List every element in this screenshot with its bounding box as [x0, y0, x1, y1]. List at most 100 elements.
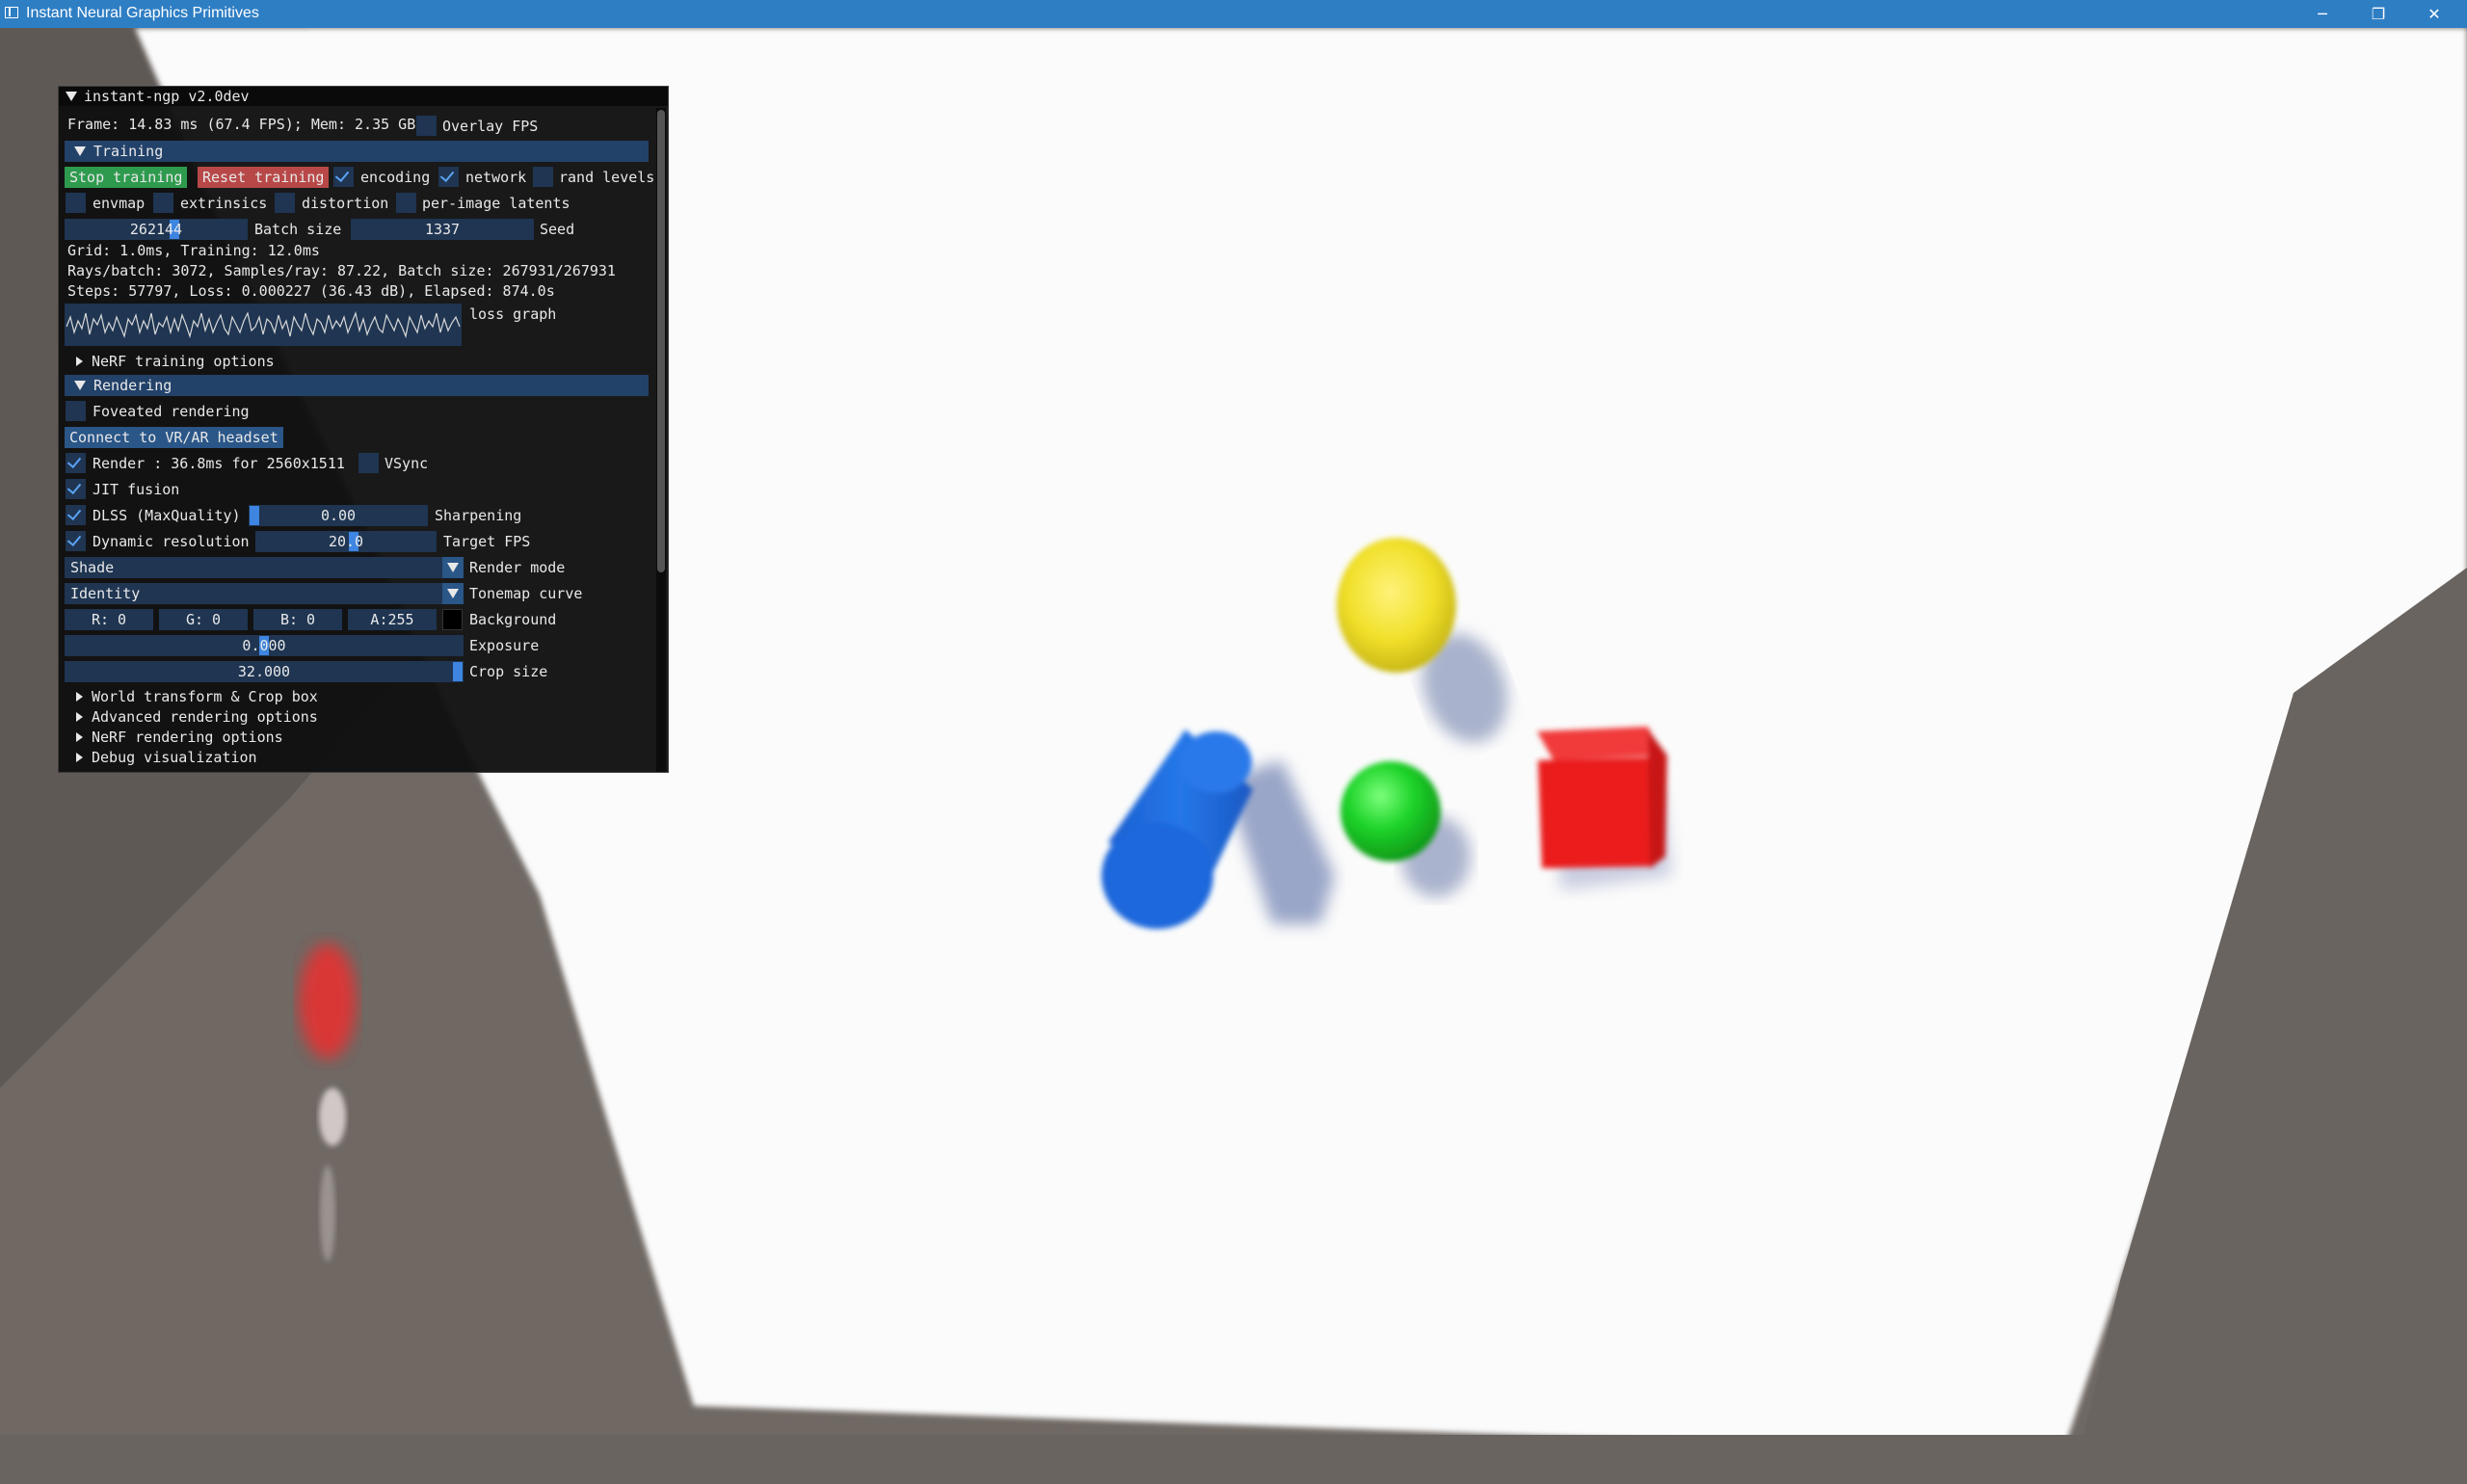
- overlay-fps-label: Overlay FPS: [442, 118, 539, 135]
- nerf-training-options-label: NeRF training options: [92, 353, 275, 370]
- sharpening-label: Sharpening: [435, 507, 522, 524]
- minimize-icon[interactable]: ─: [2295, 0, 2349, 28]
- render-checkbox[interactable]: [66, 453, 86, 473]
- scrollbar-thumb[interactable]: [657, 110, 665, 572]
- background-color-swatch[interactable]: [442, 609, 463, 630]
- collapse-icon[interactable]: [74, 146, 86, 156]
- expand-icon[interactable]: [76, 732, 83, 742]
- dlss-checkbox[interactable]: [66, 505, 86, 525]
- panel-title: instant-ngp v2.0dev: [84, 88, 250, 105]
- slider-grab[interactable]: [453, 662, 463, 681]
- per-image-latents-label: per-image latents: [422, 195, 570, 212]
- panel-header[interactable]: instant-ngp v2.0dev: [59, 87, 668, 106]
- control-panel[interactable]: instant-ngp v2.0dev Frame: 14.83 ms (67.…: [58, 86, 669, 773]
- extrinsics-checkbox[interactable]: [153, 193, 173, 213]
- background-r-input[interactable]: R: 0: [65, 609, 153, 630]
- vsync-label: VSync: [385, 455, 429, 472]
- tonemap-curve-label: Tonemap curve: [469, 585, 583, 602]
- network-checkbox[interactable]: [438, 167, 459, 187]
- extrinsics-label: extrinsics: [180, 195, 268, 212]
- frame-info: Frame: 14.83 ms (67.4 FPS); Mem: 2.35 GB: [67, 116, 416, 133]
- training-section-header[interactable]: Training: [65, 141, 649, 162]
- steps-text: Steps: 57797, Loss: 0.000227 (36.43 dB),…: [67, 282, 555, 300]
- overlay-fps-checkbox[interactable]: [416, 116, 437, 136]
- collapse-icon[interactable]: [74, 381, 86, 390]
- advanced-rendering-label: Advanced rendering options: [92, 708, 318, 726]
- exposure-slider[interactable]: 0.000: [65, 635, 464, 656]
- panel-scrollbar[interactable]: [656, 108, 666, 772]
- render-label: Render : 36.8ms for 2560x1511: [93, 455, 345, 472]
- chevron-down-icon[interactable]: [442, 583, 464, 604]
- target-fps-slider[interactable]: 20.0: [255, 531, 437, 552]
- stop-training-button[interactable]: Stop training: [65, 167, 188, 188]
- crop-size-slider[interactable]: 32.000: [65, 661, 464, 682]
- render-mode-value: Shade: [70, 559, 115, 576]
- encoding-label: encoding: [360, 169, 431, 186]
- chevron-down-icon[interactable]: [442, 557, 464, 578]
- debug-visualization-node[interactable]: Debug visualization: [76, 747, 257, 768]
- tonemap-curve-dropdown[interactable]: Identity: [65, 583, 464, 604]
- target-fps-value: 20.0: [328, 533, 364, 550]
- network-label: network: [465, 169, 527, 186]
- timing-text: Grid: 1.0ms, Training: 12.0ms: [67, 242, 320, 259]
- nerf-training-options-node[interactable]: NeRF training options: [76, 351, 275, 372]
- foveated-rendering-label: Foveated rendering: [93, 403, 250, 420]
- vsync-checkbox[interactable]: [358, 453, 379, 473]
- per-image-latents-checkbox[interactable]: [396, 193, 416, 213]
- background-g-input[interactable]: G: 0: [159, 609, 248, 630]
- reset-training-button[interactable]: Reset training: [198, 167, 330, 188]
- rendering-header-label: Rendering: [93, 377, 172, 394]
- expand-icon[interactable]: [76, 357, 83, 366]
- seed-input[interactable]: 1337: [351, 219, 534, 240]
- exposure-value: 0.000: [242, 637, 286, 654]
- background-a-input[interactable]: A:255: [348, 609, 437, 630]
- seed-label: Seed: [540, 221, 575, 238]
- jit-fusion-label: JIT fusion: [93, 481, 180, 498]
- target-fps-label: Target FPS: [443, 533, 531, 550]
- collapse-icon[interactable]: [66, 92, 77, 101]
- world-transform-label: World transform & Crop box: [92, 688, 318, 705]
- dlss-label: DLSS (MaxQuality): [93, 507, 241, 524]
- distortion-label: distortion: [302, 195, 389, 212]
- batch-size-value: 262144: [129, 221, 183, 238]
- tonemap-value: Identity: [70, 585, 141, 602]
- rendering-section-header[interactable]: Rendering: [65, 375, 649, 396]
- render-mode-label: Render mode: [469, 559, 566, 576]
- training-header-label: Training: [93, 143, 164, 160]
- encoding-checkbox[interactable]: [333, 167, 354, 187]
- window-title: Instant Neural Graphics Primitives: [26, 5, 259, 21]
- envmap-checkbox[interactable]: [66, 193, 86, 213]
- crop-size-label: Crop size: [469, 663, 548, 680]
- rand-levels-checkbox[interactable]: [533, 167, 553, 187]
- red-cube: [1537, 727, 1667, 868]
- nerf-rendering-node[interactable]: NeRF rendering options: [76, 727, 283, 748]
- dynamic-resolution-checkbox[interactable]: [66, 531, 86, 551]
- slider-grab[interactable]: [250, 506, 259, 525]
- exposure-label: Exposure: [469, 637, 540, 654]
- expand-icon[interactable]: [76, 753, 83, 762]
- foveated-rendering-checkbox[interactable]: [66, 401, 86, 421]
- jit-fusion-checkbox[interactable]: [66, 479, 86, 499]
- render-mode-dropdown[interactable]: Shade: [65, 557, 464, 578]
- expand-icon[interactable]: [76, 712, 83, 722]
- restore-icon[interactable]: ❐: [2351, 0, 2405, 28]
- world-transform-node[interactable]: World transform & Crop box: [76, 686, 318, 707]
- loss-graph: [65, 304, 462, 346]
- sharpening-slider[interactable]: 0.00: [249, 505, 428, 526]
- background-label: Background: [469, 611, 557, 628]
- rays-text: Rays/batch: 3072, Samples/ray: 87.22, Ba…: [67, 262, 616, 279]
- debug-visualization-label: Debug visualization: [92, 749, 257, 766]
- advanced-rendering-node[interactable]: Advanced rendering options: [76, 706, 318, 728]
- close-icon[interactable]: ✕: [2407, 0, 2461, 28]
- background-b-input[interactable]: B: 0: [253, 609, 342, 630]
- batch-size-label: Batch size: [254, 221, 342, 238]
- distortion-checkbox[interactable]: [275, 193, 295, 213]
- dynamic-resolution-label: Dynamic resolution: [93, 533, 250, 550]
- green-sphere: [1340, 761, 1441, 861]
- connect-vr-button[interactable]: Connect to VR/AR headset: [65, 427, 283, 448]
- window-titlebar[interactable]: Instant Neural Graphics Primitives ─ ❐ ✕: [0, 0, 2467, 28]
- expand-icon[interactable]: [76, 692, 83, 702]
- envmap-label: envmap: [93, 195, 146, 212]
- batch-size-slider[interactable]: 262144: [65, 219, 248, 240]
- crop-size-value: 32.000: [237, 663, 291, 680]
